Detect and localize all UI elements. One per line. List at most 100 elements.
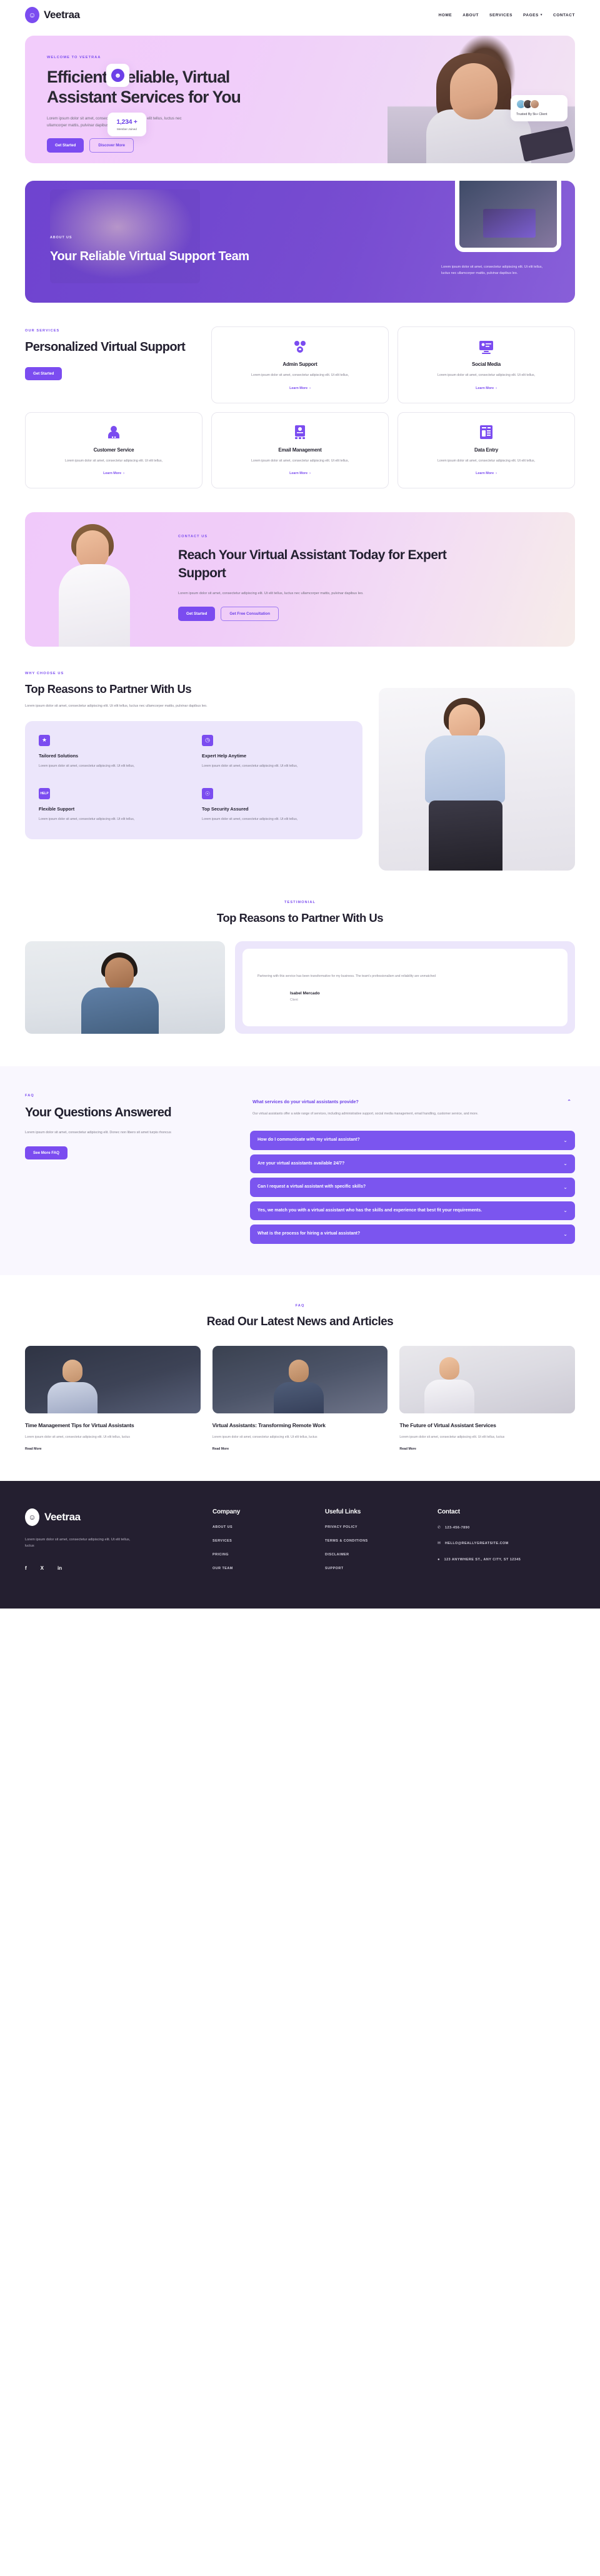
location-pin-icon: ● [438, 1557, 440, 1562]
service-card-data-entry[interactable]: Data Entry Lorem ipsum dolor sit amet, c… [398, 412, 575, 489]
learn-more-label: Learn More [103, 472, 122, 476]
nav-label: ABOUT [462, 13, 479, 18]
why-item-desc: Lorem ipsum dolor sit amet, consectetur … [202, 817, 298, 822]
footer-contact-phone[interactable]: ✆ 123-456-7890 [438, 1525, 575, 1532]
why-eyebrow: WHY CHOOSE US [25, 672, 64, 676]
blog-photo-body [424, 1380, 475, 1414]
footer-contact-column: Contact ✆ 123-456-7890 ✉ HELLO@REALLYGRE… [438, 1508, 575, 1571]
footer-link-privacy-policy[interactable]: PRIVACY POLICY [325, 1525, 438, 1529]
faq-item-open[interactable]: What services do your virtual assistants… [250, 1099, 575, 1104]
footer-link-disclaimer[interactable]: DISCLAIMER [325, 1553, 438, 1557]
service-card-email-management[interactable]: Email Management Lorem ipsum dolor sit a… [211, 412, 389, 489]
facebook-icon[interactable]: f [25, 1565, 27, 1571]
footer-column-title: Useful Links [325, 1508, 361, 1515]
chevron-down-icon: ▾ [540, 13, 543, 17]
testimonial-photo-head [105, 957, 134, 991]
why-feature-grid: ★ Tailored Solutions Lorem ipsum dolor s… [25, 720, 362, 839]
testimonial-quote: Partnering with this service has been tr… [258, 974, 436, 978]
faq-layout: FAQ Your Questions Answered Lorem ipsum … [25, 1094, 575, 1244]
learn-more-link[interactable]: Learn More › [289, 472, 311, 475]
service-desc: Lorem ipsum dolor sit amet, consectetur … [251, 458, 349, 463]
footer-contact-value: 123 ANYWHERE ST., ANY CITY, ST 12345 [444, 1557, 521, 1562]
footer-link-about-us[interactable]: ABOUT US [212, 1525, 325, 1529]
blog-eyebrow: FAQ [295, 1303, 305, 1308]
site-footer: ☺ Veetraa Lorem ipsum dolor sit amet, co… [0, 1480, 600, 1609]
nav-item-contact[interactable]: CONTACT [553, 13, 575, 18]
nav-label: SERVICES [489, 13, 512, 18]
faq-title: Your Questions Answered [25, 1106, 172, 1120]
read-more-link[interactable]: Read More [212, 1447, 388, 1451]
blog-photo-head [288, 1360, 309, 1383]
faq-item-match-assistant[interactable]: Yes, we match you with a virtual assista… [250, 1201, 575, 1221]
service-card-admin-support[interactable]: Admin Support Lorem ipsum dolor sit amet… [211, 326, 389, 403]
footer-link-services[interactable]: SERVICES [212, 1539, 325, 1543]
blog-card[interactable]: Virtual Assistants: Transforming Remote … [212, 1346, 388, 1451]
faq-item-hiring-process[interactable]: What is the process for hiring a virtual… [250, 1225, 575, 1244]
laptop-screen-graphic [483, 209, 536, 238]
why-item-expert-help-anytime: ◷ Expert Help Anytime Lorem ipsum dolor … [202, 734, 349, 769]
footer-link-terms-conditions[interactable]: TERMS & CONDITIONS [325, 1539, 438, 1543]
chevron-down-icon: ⌄ [563, 1208, 568, 1214]
testimonial-row: Partnering with this service has been tr… [25, 941, 575, 1034]
blog-card-title: Time Management Tips for Virtual Assista… [25, 1422, 134, 1429]
faq-paragraph: Lorem ipsum dolor sit amet, consectetur … [25, 1130, 171, 1134]
nav-item-services[interactable]: SERVICES [489, 13, 512, 18]
learn-more-link[interactable]: Learn More › [289, 386, 311, 390]
footer-link-pricing[interactable]: PRICING [212, 1553, 325, 1557]
about-copy: ABOUT US Your Reliable Virtual Support T… [50, 236, 249, 266]
read-more-link[interactable]: Read More [25, 1447, 201, 1451]
service-card-customer-service[interactable]: Customer Service Lorem ipsum dolor sit a… [25, 412, 202, 489]
learn-more-label: Learn More [476, 472, 494, 476]
footer-link-our-team[interactable]: OUR TEAM [212, 1567, 325, 1570]
testimonial-card-wrapper: Partnering with this service has been tr… [235, 941, 575, 1034]
testimonial-title: Top Reasons to Partner With Us [216, 911, 384, 925]
why-item-title: Top Security Assured [202, 806, 249, 812]
learn-more-link[interactable]: Learn More › [476, 472, 497, 475]
footer-contact-email[interactable]: ✉ HELLO@REALLYGREATSITE.COM [438, 1541, 575, 1547]
footer-contact-address[interactable]: ● 123 ANYWHERE ST., ANY CITY, ST 12345 [438, 1557, 575, 1563]
cta-get-started-button[interactable]: Get Started [178, 606, 216, 621]
faq-question: Yes, we match you with a virtual assista… [258, 1208, 482, 1213]
services-eyebrow: OUR SERVICES [25, 329, 60, 333]
learn-more-link[interactable]: Learn More › [103, 472, 124, 475]
footer-logo[interactable]: ☺ Veetraa [25, 1508, 212, 1526]
blog-photo-body [48, 1382, 98, 1414]
nav-item-pages[interactable]: PAGES ▾ [523, 13, 542, 18]
service-title: Data Entry [474, 447, 498, 453]
blog-card[interactable]: The Future of Virtual Assistant Services… [399, 1346, 575, 1451]
faq-item-specific-skills[interactable]: Can I request a virtual assistant with s… [250, 1178, 575, 1197]
learn-more-link[interactable]: Learn More › [476, 386, 497, 390]
x-twitter-icon[interactable]: X [41, 1565, 44, 1571]
nav-item-home[interactable]: HOME [439, 13, 452, 18]
faq-item-availability[interactable]: Are your virtual assistants available 24… [250, 1154, 575, 1174]
faq-question: Can I request a virtual assistant with s… [258, 1184, 366, 1190]
service-card-social-media[interactable]: Social Media Lorem ipsum dolor sit amet,… [398, 326, 575, 403]
linkedin-icon[interactable]: in [58, 1565, 62, 1571]
read-more-link[interactable]: Read More [399, 1447, 575, 1451]
hero-discover-more-button[interactable]: Discover More [89, 138, 134, 153]
cta-title: Reach Your Virtual Assistant Today for E… [178, 548, 447, 580]
cta-photo-head [76, 530, 109, 570]
cta-copy: CONTACT US Reach Your Virtual Assistant … [178, 535, 453, 621]
faq-eyebrow: FAQ [25, 1094, 34, 1098]
hero-trust-label: Trusted By 5k+ Client [516, 113, 548, 116]
see-more-faq-button[interactable]: See More FAQ [25, 1146, 68, 1160]
hero-get-started-button[interactable]: Get Started [47, 138, 84, 153]
blog-title: Read Our Latest News and Articles [206, 1315, 394, 1328]
nav-item-about[interactable]: ABOUT [462, 13, 479, 18]
blog-card-title: Virtual Assistants: Transforming Remote … [212, 1422, 326, 1429]
mail-icon: ✉ [438, 1542, 441, 1546]
blog-card[interactable]: Time Management Tips for Virtual Assista… [25, 1346, 201, 1451]
services-get-started-button[interactable]: Get Started [25, 366, 62, 380]
brand-logo[interactable]: ☺ Veetraa [25, 7, 80, 23]
monitor-post-icon [408, 339, 564, 355]
cta-free-consultation-button[interactable]: Get Free Consultation [221, 606, 279, 621]
help-desk-icon: HELP [39, 788, 50, 800]
chevron-right-icon: › [309, 386, 311, 390]
clock-icon: ◷ [202, 734, 213, 746]
faq-item-communicate[interactable]: How do I communicate with my virtual ass… [250, 1131, 575, 1150]
footer-link-support[interactable]: SUPPORT [325, 1567, 438, 1570]
assistant-avatar-icon: ☺ [25, 7, 39, 23]
site-header: ☺ Veetraa HOME ABOUT SERVICES PAGES ▾ CON… [0, 0, 600, 30]
cta-button-row: Get Started Get Free Consultation [178, 606, 453, 621]
